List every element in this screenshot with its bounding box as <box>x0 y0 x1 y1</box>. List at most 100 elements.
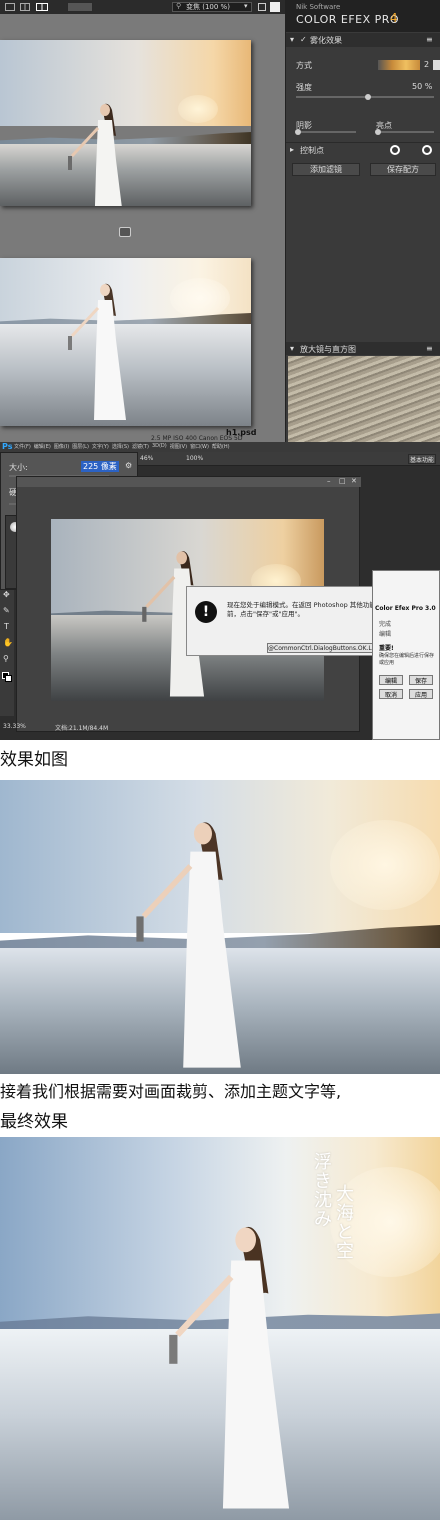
nik-product-version: 4 <box>390 11 398 25</box>
method-label: 方式 <box>296 61 312 70</box>
menu-item[interactable]: 视图(V) <box>170 443 187 450</box>
girl-figure <box>68 283 126 420</box>
tools-panel: ✥ ✎ T ✋ ⚲ <box>0 586 14 716</box>
move-tool-icon[interactable]: ✥ <box>3 590 10 599</box>
save-preset-button[interactable]: 保存配方 <box>370 163 436 176</box>
panel-title: Color Efex Pro 3.0 <box>375 605 436 612</box>
warning-icon: ! <box>195 601 217 623</box>
control-points-row[interactable]: ▸ 控制点 <box>286 142 440 156</box>
maximize-icon[interactable]: □ <box>339 477 346 485</box>
filter-header[interactable]: ▾ ✓ 雾化效果 ≡ <box>286 33 440 47</box>
menu-items: 文件(F) 编辑(E) 图像(I) 图层(L) 文字(Y) 选择(S) 滤镜(T) 3D(D)… <box>14 443 230 450</box>
shadow-slider[interactable] <box>296 131 356 133</box>
save-button[interactable]: 保存 <box>409 675 433 685</box>
search-icon: ⚲ <box>176 2 182 10</box>
control-points-label: 控制点 <box>300 146 324 155</box>
strength-label: 强度 <box>296 83 312 92</box>
gear-icon[interactable]: ⚙ <box>125 461 132 470</box>
right-side-panel: Color Efex Pro 3.0 完成 编辑 重要! 确保您在编辑后进行保存… <box>372 570 440 740</box>
add-control-point-icon[interactable] <box>390 145 400 155</box>
menu-item[interactable]: 窗口(W) <box>190 443 209 450</box>
status-zoom[interactable]: 33.33% <box>3 723 26 730</box>
ok-button[interactable]: @CommonCtrl.DialogButtons.OK.Label <box>267 643 385 653</box>
background-color[interactable] <box>5 675 12 682</box>
before-photo <box>0 40 251 206</box>
menu-item[interactable]: 图像(I) <box>54 443 69 450</box>
edit-button[interactable]: 编辑 <box>379 675 403 685</box>
girl-figure <box>68 103 122 206</box>
close-icon[interactable]: ✕ <box>351 477 357 485</box>
highlight-slider[interactable] <box>376 131 434 133</box>
nik-header: Nik Software COLOR EFEX PRO 4 <box>286 0 440 32</box>
shadow-slider-knob[interactable] <box>295 129 301 135</box>
strength-slider-knob[interactable] <box>365 94 371 100</box>
menu-item[interactable]: 图层(L) <box>72 443 89 450</box>
method-gradient-swatch[interactable] <box>378 60 420 70</box>
add-filter-button[interactable]: 添加滤镜 <box>292 163 360 176</box>
loupe-label: 放大镜与直方图 <box>300 345 356 354</box>
caption-step-line1: 接着我们根据需要对画面裁剪、添加主题文字等, <box>0 1082 342 1101</box>
checkmark-icon[interactable]: ✓ <box>300 35 307 44</box>
apply-button[interactable]: 应用 <box>409 689 433 699</box>
expand-icon[interactable]: ▸ <box>290 145 294 154</box>
menu-item[interactable]: 文件(F) <box>14 443 31 450</box>
remove-control-point-icon[interactable] <box>422 145 432 155</box>
title-col-1: 浮き沈み <box>314 1152 332 1230</box>
split-view-icon[interactable] <box>20 3 30 11</box>
swap-icon[interactable] <box>119 227 131 237</box>
brush-tool-icon[interactable]: ✎ <box>3 606 10 615</box>
text-tool-icon[interactable]: T <box>4 622 9 631</box>
collapse-icon[interactable]: ▾ <box>290 35 294 44</box>
hand-tool-icon[interactable]: ✋ <box>3 638 13 647</box>
fullscreen-toggle-icon[interactable] <box>270 2 280 12</box>
menu-item[interactable]: 编辑(E) <box>34 443 51 450</box>
preview-toolbar: ... ⚲ 变焦 (100 %) ▾ <box>0 0 285 14</box>
filter-name: 雾化效果 <box>310 36 342 45</box>
menu-item[interactable]: 滤镜(T) <box>132 443 149 450</box>
highlight-slider-knob[interactable] <box>375 129 381 135</box>
final-photo: 浮き沈み 大海と空 <box>0 1137 440 1520</box>
caption-step-line2: 最终效果 <box>0 1112 68 1132</box>
strength-value: 50 % <box>412 82 433 91</box>
loupe-toggle-icon[interactable] <box>258 3 266 11</box>
title-col-2: 大海と空 <box>336 1184 354 1262</box>
status-doc-size: 文档:21.1M/84.4M <box>55 725 109 732</box>
side-by-side-icon[interactable] <box>36 3 48 11</box>
opacity-value[interactable]: 46% <box>140 455 153 462</box>
add-filter-button-label: 添加滤镜 <box>310 165 342 174</box>
caption-effect: 效果如图 <box>0 750 68 770</box>
tip-title: 重要! <box>379 645 394 652</box>
after-photo <box>0 258 251 426</box>
photoshop-screen: Ps 文件(F) 编辑(E) 图像(I) 图层(L) 文字(Y) 选择(S) 滤镜(T) 3D… <box>0 442 440 740</box>
chevron-down-icon: ▾ <box>244 2 248 10</box>
color-efex-screen: ... ⚲ 变焦 (100 %) ▾ h1.psd 2.5 MP ISO 400… <box>0 0 440 442</box>
menu-item[interactable]: 选择(S) <box>112 443 129 450</box>
girl-figure <box>169 1226 290 1509</box>
nik-panel: Nik Software COLOR EFEX PRO 4 ▾ ✓ 雾化效果 ≡… <box>285 0 440 442</box>
flow-value[interactable]: 100% <box>186 455 203 462</box>
ps-logo: Ps <box>2 442 13 451</box>
method-dropdown-icon[interactable] <box>433 60 440 70</box>
minimize-icon[interactable]: – <box>327 477 331 485</box>
zoom-tool-icon[interactable]: ⚲ <box>3 654 9 663</box>
loupe-preview <box>288 356 440 442</box>
nik-product-title: COLOR EFEX PRO <box>296 13 400 26</box>
zoom-label: 变焦 (100 %) <box>186 3 230 11</box>
compare-button[interactable]: ... <box>67 2 93 12</box>
menu-item[interactable]: 文字(Y) <box>92 443 109 450</box>
brush-size-label: 大小: <box>9 463 28 472</box>
menu-item[interactable]: 帮助(H) <box>212 443 230 450</box>
menu-item[interactable]: 3D(D) <box>152 443 167 450</box>
result-photo <box>0 780 440 1074</box>
loupe-header[interactable]: ▾ 放大镜与直方图 ≡ <box>286 342 440 355</box>
nik-brand: Nik Software <box>296 3 341 11</box>
loupe-menu-icon[interactable]: ≡ <box>426 344 433 353</box>
document-titlebar: – □ ✕ <box>17 477 361 487</box>
workspace-button[interactable]: 基本功能 <box>408 454 436 464</box>
tip-text: 确保您在编辑后进行保存或应用 <box>379 653 435 666</box>
brush-size-input[interactable]: 225 像素 <box>81 461 119 472</box>
cancel-button[interactable]: 取消 <box>379 689 403 699</box>
filter-menu-icon[interactable]: ≡ <box>426 35 433 44</box>
single-view-icon[interactable] <box>5 3 15 11</box>
collapse-icon[interactable]: ▾ <box>290 344 294 353</box>
